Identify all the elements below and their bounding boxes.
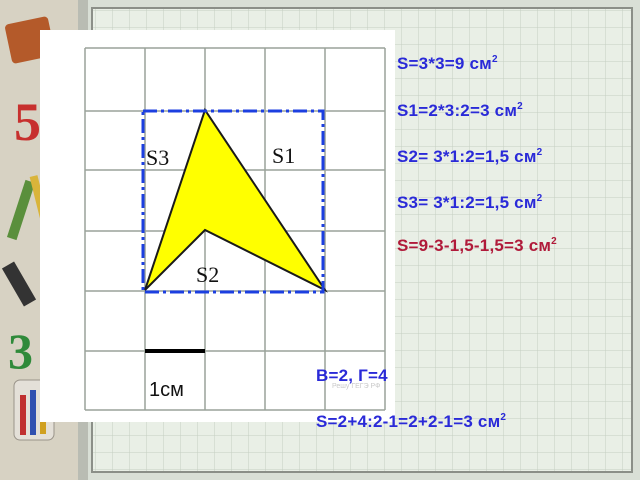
formula-s3: S3= 3*1:2=1,5 см2 [397, 193, 543, 212]
watermark: Решу ГЕГЭ РФ [332, 383, 381, 390]
formula-s1: S1=2*3:2=3 см2 [397, 101, 523, 120]
formula-total-area: S=3*3=9 см2 [397, 54, 498, 73]
formula-s2: S2= 3*1:2=1,5 см2 [397, 147, 543, 166]
label-s1: S1 [272, 143, 295, 168]
label-s3: S3 [146, 145, 169, 170]
formula-result: S=9-3-1,5-1,5=3 см2 [397, 236, 557, 255]
formula-pick: S=2+4:2-1=2+2-1=3 см2 [316, 412, 507, 431]
scale-label: 1см [149, 379, 184, 401]
label-s2: S2 [196, 262, 219, 287]
